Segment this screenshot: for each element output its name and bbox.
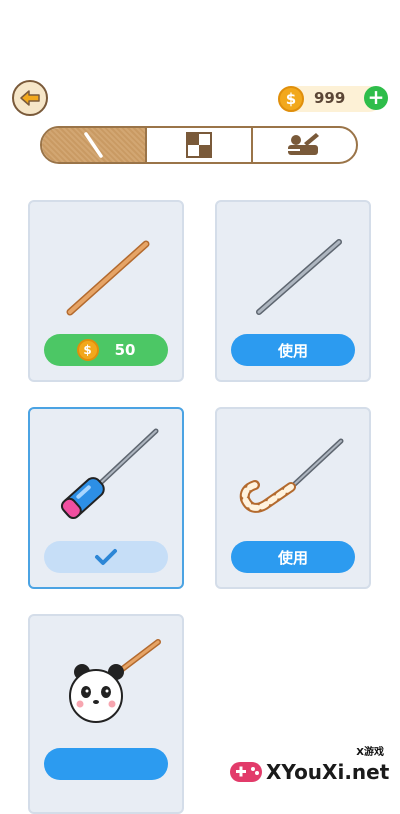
wooden-stick-icon [66, 240, 150, 316]
paintbrush-needle-icon [60, 428, 159, 520]
item-card-wooden-stick[interactable]: $ 50 [28, 200, 184, 382]
watermark: X游戏 XYouXi.net [226, 740, 396, 796]
tab-sticks[interactable] [42, 128, 146, 162]
gamepad-logo-icon [230, 762, 262, 782]
item-card-candy-cane-needle[interactable]: 使用 [215, 407, 371, 589]
tools-icon [288, 133, 320, 155]
item-card-panda-stick[interactable] [28, 614, 184, 814]
buy-button[interactable]: $ 50 [44, 334, 168, 366]
arrow-left-icon [20, 90, 40, 106]
tab-tools[interactable] [250, 128, 356, 162]
tab-boards[interactable] [145, 128, 250, 162]
metal-needle-icon [256, 239, 342, 315]
add-coins-button[interactable]: + [364, 86, 388, 110]
equipped-indicator [44, 541, 168, 573]
watermark-small-text: X游戏 [356, 747, 384, 758]
category-tabs [40, 126, 358, 164]
coin-count: 999 [314, 89, 346, 107]
stick-icon [83, 132, 103, 158]
back-button[interactable] [12, 80, 48, 116]
item-card-metal-needle[interactable]: 使用 [215, 200, 371, 382]
item-card-paintbrush-needle[interactable] [28, 407, 184, 589]
price-label: 50 [114, 341, 136, 359]
checkerboard-icon [185, 132, 212, 158]
use-button[interactable]: 使用 [231, 334, 355, 366]
panda-stick-icon [69, 639, 161, 723]
watermark-brand: XYouXi.net [266, 760, 390, 784]
coin-balance: $ 999 + [278, 86, 388, 112]
candy-cane-needle-icon [239, 438, 344, 513]
use-button[interactable]: 使用 [231, 541, 355, 573]
coin-icon: $ [76, 339, 99, 361]
coin-icon: $ [278, 86, 304, 112]
use-button[interactable] [44, 748, 168, 780]
checkmark-icon [95, 549, 117, 565]
